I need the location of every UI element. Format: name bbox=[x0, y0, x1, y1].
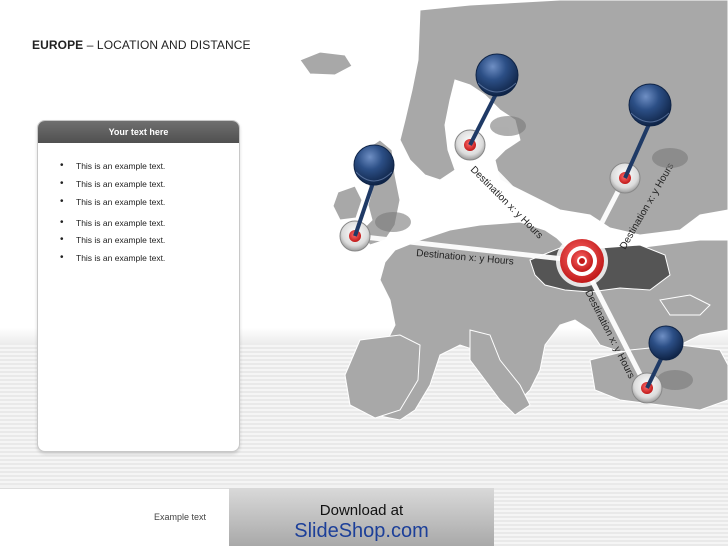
bullet-icon: • bbox=[60, 234, 64, 245]
page-title: EUROPE – LOCATION AND DISTANCE bbox=[32, 38, 251, 52]
footer-right bbox=[494, 488, 728, 546]
title-rest: – LOCATION AND DISTANCE bbox=[83, 38, 251, 52]
bullet-icon: • bbox=[60, 196, 64, 207]
download-banner[interactable]: Download at SlideShop.com bbox=[229, 488, 494, 546]
download-link[interactable]: SlideShop.com bbox=[229, 520, 494, 543]
download-label: Download at bbox=[319, 502, 404, 519]
panel-heading: Your text here bbox=[38, 121, 239, 143]
bullet-icon: • bbox=[60, 252, 64, 263]
title-bold: EUROPE bbox=[32, 38, 84, 52]
bullet-icon: • bbox=[60, 178, 64, 189]
example-text: Example text bbox=[154, 512, 207, 522]
bullet-icon: • bbox=[60, 217, 64, 228]
text-panel: Your text here • This is an example text.… bbox=[37, 120, 240, 452]
bullet-icon: • bbox=[60, 160, 64, 171]
target-origin-marker[interactable] bbox=[556, 235, 608, 287]
